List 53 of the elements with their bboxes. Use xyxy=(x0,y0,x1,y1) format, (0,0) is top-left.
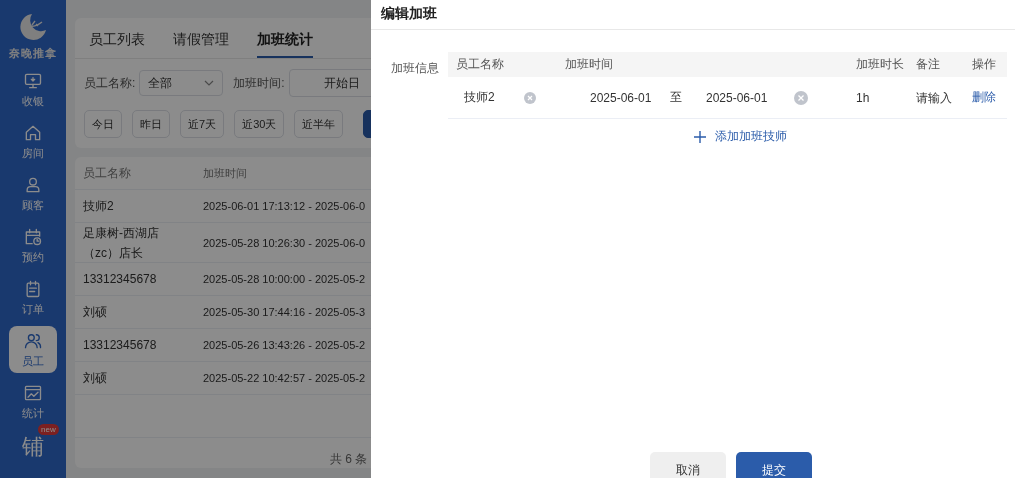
filter-label: 员工名称: xyxy=(84,74,136,92)
employee-select[interactable]: 全部 xyxy=(139,70,224,96)
nav-item[interactable]: 收银 xyxy=(9,66,57,113)
quick-range-button[interactable]: 近7天 xyxy=(180,110,225,138)
column-header: 员工名称 xyxy=(455,56,505,73)
quick-range-button[interactable]: 近30天 xyxy=(234,110,285,138)
column-header: 加班时间 xyxy=(564,56,614,73)
start-date[interactable]: 2025-06-01 xyxy=(590,90,670,105)
employee-name: 技师2 xyxy=(463,89,496,106)
column-header: 备注 xyxy=(915,56,941,73)
table-cell-text: 2025-05-22 10:42:57 - 2025-05-2 xyxy=(202,371,366,387)
new-badge: new xyxy=(38,424,59,435)
nav-item[interactable]: 顾客 xyxy=(9,170,57,217)
column-header: 加班时间 xyxy=(202,166,247,181)
duration-text: 1h xyxy=(855,90,871,105)
table-cell-text: 2025-05-28 10:00:00 - 2025-05-2 xyxy=(202,272,366,288)
shop-logo[interactable]: 铺 xyxy=(22,434,44,459)
quick-range-button[interactable]: 昨日 xyxy=(132,110,170,138)
nav-item[interactable]: 房间 xyxy=(9,118,57,165)
table-cell-text: 13312345678 xyxy=(82,337,158,355)
table-cell-text: 技师2 xyxy=(82,198,115,215)
add-technician-link[interactable]: 添加加班技师 xyxy=(694,128,787,145)
nav-item[interactable]: 员工 xyxy=(9,326,57,373)
column-header: 员工名称 xyxy=(82,165,132,182)
filter-label: 加班时间: xyxy=(233,74,285,92)
tab[interactable]: 员工列表 xyxy=(89,18,145,58)
nav-item[interactable]: 统计 xyxy=(9,378,57,425)
table-cell-text: 2025-06-01 17:13:12 - 2025-06-0 xyxy=(202,199,366,214)
table-cell-text: 刘硕 xyxy=(82,304,108,322)
tab[interactable]: 加班统计 xyxy=(257,18,313,58)
table-cell-text: 13312345678 xyxy=(82,271,158,289)
date-field[interactable]: 开始日 xyxy=(288,69,371,97)
table-cell-text: 2025-05-30 17:44:16 - 2025-05-3 xyxy=(202,305,366,321)
table-cell-text: 2025-05-26 13:43:26 - 2025-05-2 xyxy=(202,338,366,354)
tab[interactable]: 请假管理 xyxy=(173,18,229,58)
date-separator: 至 xyxy=(670,89,683,106)
end-date[interactable]: 2025-06-01 xyxy=(706,90,786,105)
cancel-button[interactable]: 取消 xyxy=(650,452,726,478)
quick-range-button[interactable]: 今日 xyxy=(84,110,122,138)
quick-range-button[interactable]: 近半年 xyxy=(294,110,344,138)
table-cell-text: 足康树-西湖店（zc）店长 xyxy=(82,224,160,262)
drawer-title: 编辑加班 xyxy=(371,0,1015,30)
submit-button[interactable]: 提交 xyxy=(736,452,812,478)
total-count: 共 6 条 xyxy=(330,452,368,466)
delete-link[interactable]: 删除 xyxy=(972,90,996,104)
column-header: 加班时长 xyxy=(855,56,905,73)
nav-item[interactable]: 预约 xyxy=(9,222,57,269)
column-header: 操作 xyxy=(971,56,997,73)
logo-text: 奈晚推拿 xyxy=(9,46,57,61)
nav-item[interactable]: 订单 xyxy=(9,274,57,321)
section-label: 加班信息 xyxy=(391,60,440,77)
table-cell-text: 刘硕 xyxy=(82,370,108,388)
table-cell-text: 2025-05-28 10:26:30 - 2025-06-0 xyxy=(202,235,366,251)
